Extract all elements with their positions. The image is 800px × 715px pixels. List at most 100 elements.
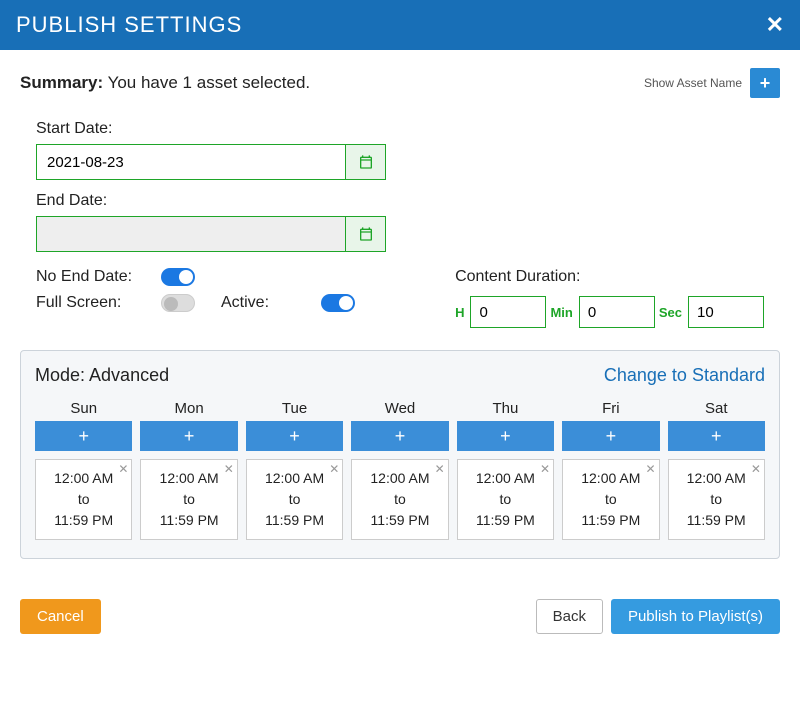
remove-slot-icon[interactable]: ✕	[118, 460, 128, 478]
toggles-row: No End Date: Full Screen: Active: Conten…	[20, 268, 780, 328]
duration-title: Content Duration:	[455, 268, 764, 286]
toggles-left: No End Date: Full Screen: Active:	[36, 268, 391, 328]
cancel-button[interactable]: Cancel	[20, 599, 101, 634]
slot-end: 11:59 PM	[251, 510, 338, 531]
slot-start: 12:00 AM	[567, 468, 654, 489]
end-date-input	[37, 217, 345, 251]
full-screen-toggle[interactable]	[161, 294, 195, 312]
mode-label: Mode: Advanced	[35, 365, 169, 386]
remove-slot-icon[interactable]: ✕	[645, 460, 655, 478]
time-slot[interactable]: ✕ 12:00 AM to 11:59 PM	[562, 459, 659, 540]
slot-to: to	[462, 489, 549, 510]
change-to-standard-link[interactable]: Change to Standard	[604, 365, 765, 386]
days-row: Sun + ✕ 12:00 AM to 11:59 PM Mon + ✕ 12:…	[35, 400, 765, 540]
publish-settings-modal: PUBLISH SETTINGS ✕ Summary: You have 1 a…	[0, 0, 800, 650]
time-slot[interactable]: ✕ 12:00 AM to 11:59 PM	[457, 459, 554, 540]
start-date-calendar-button[interactable]	[345, 145, 385, 179]
plus-icon: +	[500, 426, 511, 447]
no-end-date-row: No End Date:	[36, 268, 391, 286]
slot-start: 12:00 AM	[40, 468, 127, 489]
day-label: Wed	[351, 400, 448, 417]
duration-h-label: H	[455, 305, 464, 320]
end-date-label: End Date:	[36, 192, 764, 210]
active-toggle[interactable]	[321, 294, 355, 312]
start-date-input[interactable]	[37, 145, 345, 179]
no-end-date-label: No End Date:	[36, 268, 161, 286]
day-column-thu: Thu + ✕ 12:00 AM to 11:59 PM	[457, 400, 554, 540]
duration-sec-label: Sec	[659, 305, 682, 320]
day-label: Sun	[35, 400, 132, 417]
add-slot-button[interactable]: +	[457, 421, 554, 451]
day-label: Tue	[246, 400, 343, 417]
schedule-head: Mode: Advanced Change to Standard	[35, 365, 765, 386]
remove-slot-icon[interactable]: ✕	[751, 460, 761, 478]
start-date-label: Start Date:	[36, 120, 764, 138]
add-slot-button[interactable]: +	[140, 421, 237, 451]
slot-to: to	[40, 489, 127, 510]
plus-icon: +	[395, 426, 406, 447]
slot-to: to	[251, 489, 338, 510]
end-date-input-wrap	[36, 216, 386, 252]
slot-to: to	[356, 489, 443, 510]
day-label: Fri	[562, 400, 659, 417]
day-column-sun: Sun + ✕ 12:00 AM to 11:59 PM	[35, 400, 132, 540]
add-slot-button[interactable]: +	[668, 421, 765, 451]
slot-to: to	[673, 489, 760, 510]
close-icon[interactable]: ✕	[766, 12, 784, 38]
plus-icon: +	[78, 426, 89, 447]
day-column-mon: Mon + ✕ 12:00 AM to 11:59 PM	[140, 400, 237, 540]
calendar-icon	[358, 154, 374, 170]
summary-row: Summary: You have 1 asset selected. Show…	[20, 68, 780, 98]
slot-start: 12:00 AM	[251, 468, 338, 489]
no-end-date-toggle[interactable]	[161, 268, 195, 286]
time-slot[interactable]: ✕ 12:00 AM to 11:59 PM	[140, 459, 237, 540]
duration-seconds-input[interactable]	[688, 296, 764, 328]
end-date-calendar-button[interactable]	[345, 217, 385, 251]
time-slot[interactable]: ✕ 12:00 AM to 11:59 PM	[35, 459, 132, 540]
time-slot[interactable]: ✕ 12:00 AM to 11:59 PM	[668, 459, 765, 540]
slot-start: 12:00 AM	[673, 468, 760, 489]
duration-hours-input[interactable]	[470, 296, 546, 328]
summary-text: Summary: You have 1 asset selected.	[20, 73, 310, 93]
modal-title: PUBLISH SETTINGS	[16, 12, 242, 38]
plus-icon: +	[711, 426, 722, 447]
duration-block: Content Duration: H Min Sec	[455, 268, 764, 328]
slot-to: to	[567, 489, 654, 510]
date-section: Start Date: End Date:	[20, 120, 780, 252]
show-asset-name-add-button[interactable]: +	[750, 68, 780, 98]
slot-end: 11:59 PM	[356, 510, 443, 531]
day-label: Sat	[668, 400, 765, 417]
slot-start: 12:00 AM	[356, 468, 443, 489]
day-column-sat: Sat + ✕ 12:00 AM to 11:59 PM	[668, 400, 765, 540]
duration-inputs: H Min Sec	[455, 296, 764, 328]
time-slot[interactable]: ✕ 12:00 AM to 11:59 PM	[246, 459, 343, 540]
active-label: Active:	[221, 294, 321, 312]
day-column-tue: Tue + ✕ 12:00 AM to 11:59 PM	[246, 400, 343, 540]
add-slot-button[interactable]: +	[246, 421, 343, 451]
remove-slot-icon[interactable]: ✕	[329, 460, 339, 478]
full-screen-label: Full Screen:	[36, 294, 161, 312]
time-slot[interactable]: ✕ 12:00 AM to 11:59 PM	[351, 459, 448, 540]
summary-label: Summary:	[20, 73, 103, 92]
plus-icon: +	[606, 426, 617, 447]
slot-end: 11:59 PM	[462, 510, 549, 531]
day-label: Mon	[140, 400, 237, 417]
add-slot-button[interactable]: +	[562, 421, 659, 451]
publish-button[interactable]: Publish to Playlist(s)	[611, 599, 780, 634]
remove-slot-icon[interactable]: ✕	[224, 460, 234, 478]
remove-slot-icon[interactable]: ✕	[540, 460, 550, 478]
duration-min-label: Min	[550, 305, 572, 320]
add-slot-button[interactable]: +	[351, 421, 448, 451]
slot-end: 11:59 PM	[567, 510, 654, 531]
summary-value: You have 1 asset selected.	[108, 73, 311, 92]
start-date-input-wrap	[36, 144, 386, 180]
duration-minutes-input[interactable]	[579, 296, 655, 328]
back-button[interactable]: Back	[536, 599, 603, 634]
schedule-box: Mode: Advanced Change to Standard Sun + …	[20, 350, 780, 559]
slot-start: 12:00 AM	[462, 468, 549, 489]
add-slot-button[interactable]: +	[35, 421, 132, 451]
remove-slot-icon[interactable]: ✕	[435, 460, 445, 478]
day-column-wed: Wed + ✕ 12:00 AM to 11:59 PM	[351, 400, 448, 540]
slot-end: 11:59 PM	[40, 510, 127, 531]
slot-start: 12:00 AM	[145, 468, 232, 489]
